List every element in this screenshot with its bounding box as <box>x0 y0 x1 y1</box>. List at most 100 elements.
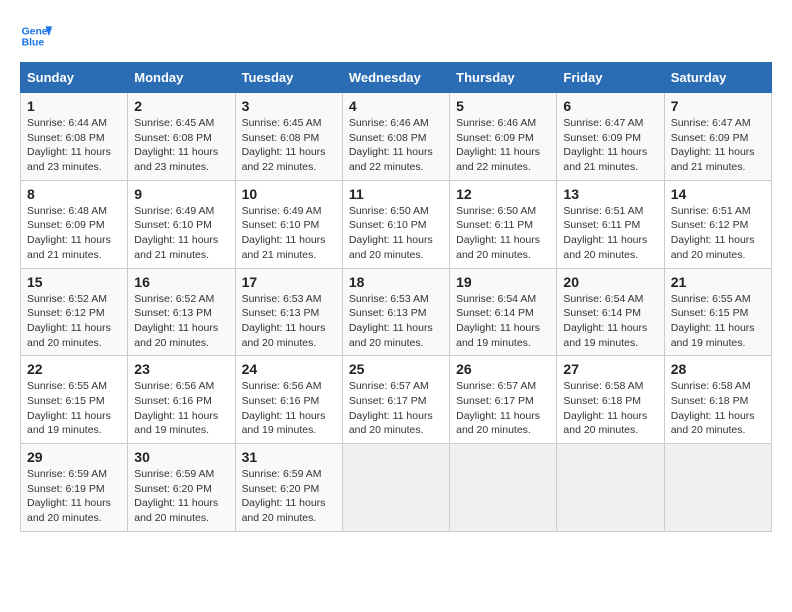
calendar-week-row: 15 Sunrise: 6:52 AM Sunset: 6:12 PM Dayli… <box>21 268 772 356</box>
day-number: 9 <box>134 186 228 202</box>
day-number: 1 <box>27 98 121 114</box>
logo: General Blue <box>20 20 52 52</box>
svg-text:Blue: Blue <box>22 38 45 49</box>
day-number: 6 <box>563 98 657 114</box>
calendar-header: SundayMondayTuesdayWednesdayThursdayFrid… <box>21 63 772 93</box>
day-number: 5 <box>456 98 550 114</box>
day-info: Sunrise: 6:56 AM Sunset: 6:16 PM Dayligh… <box>134 379 228 438</box>
day-info: Sunrise: 6:52 AM Sunset: 6:12 PM Dayligh… <box>27 292 121 351</box>
calendar-day-cell: 22Sunrise: 6:55 AM Sunset: 6:15 PM Dayli… <box>21 356 128 444</box>
day-info: Sunrise: 6:52 AM Sunset: 6:13 PM Dayligh… <box>134 292 228 351</box>
calendar-header-row: SundayMondayTuesdayWednesdayThursdayFrid… <box>21 63 772 93</box>
day-number: 13 <box>563 186 657 202</box>
day-number: 8 <box>27 186 121 202</box>
day-number: 24 <box>242 361 336 377</box>
day-number: 2 <box>134 98 228 114</box>
calendar-day-cell: 13 Sunrise: 6:51 AM Sunset: 6:11 PM Dayli… <box>557 180 664 268</box>
calendar-day-cell: 21 Sunrise: 6:55 AM Sunset: 6:15 PM Dayli… <box>664 268 771 356</box>
day-info: Sunrise: 6:50 AM Sunset: 6:11 PM Dayligh… <box>456 204 550 263</box>
day-number: 27 <box>563 361 657 377</box>
day-info: Sunrise: 6:55 AM Sunset: 6:15 PM Dayligh… <box>27 379 121 438</box>
day-number: 11 <box>349 186 443 202</box>
day-info: Sunrise: 6:46 AM Sunset: 6:08 PM Dayligh… <box>349 116 443 175</box>
calendar-day-cell: 12Sunrise: 6:50 AM Sunset: 6:11 PM Dayli… <box>450 180 557 268</box>
empty-cell <box>342 444 449 532</box>
day-info: Sunrise: 6:59 AM Sunset: 6:19 PM Dayligh… <box>27 467 121 526</box>
day-info: Sunrise: 6:49 AM Sunset: 6:10 PM Dayligh… <box>134 204 228 263</box>
calendar-day-cell: 17 Sunrise: 6:53 AM Sunset: 6:13 PM Dayli… <box>235 268 342 356</box>
calendar-week-row: 1 Sunrise: 6:44 AM Sunset: 6:08 PM Daylig… <box>21 93 772 181</box>
calendar-day-cell: 10 Sunrise: 6:49 AM Sunset: 6:10 PM Dayli… <box>235 180 342 268</box>
calendar-week-row: 8 Sunrise: 6:48 AM Sunset: 6:09 PM Daylig… <box>21 180 772 268</box>
day-number: 10 <box>242 186 336 202</box>
day-info: Sunrise: 6:46 AM Sunset: 6:09 PM Dayligh… <box>456 116 550 175</box>
day-number: 26 <box>456 361 550 377</box>
calendar-day-cell: 25 Sunrise: 6:57 AM Sunset: 6:17 PM Dayli… <box>342 356 449 444</box>
calendar-day-cell: 18 Sunrise: 6:53 AM Sunset: 6:13 PM Dayli… <box>342 268 449 356</box>
calendar-day-cell: 20Sunrise: 6:54 AM Sunset: 6:14 PM Dayli… <box>557 268 664 356</box>
calendar-day-cell: 31Sunrise: 6:59 AM Sunset: 6:20 PM Dayli… <box>235 444 342 532</box>
column-header-saturday: Saturday <box>664 63 771 93</box>
column-header-sunday: Sunday <box>21 63 128 93</box>
day-info: Sunrise: 6:53 AM Sunset: 6:13 PM Dayligh… <box>349 292 443 351</box>
day-number: 17 <box>242 274 336 290</box>
day-info: Sunrise: 6:56 AM Sunset: 6:16 PM Dayligh… <box>242 379 336 438</box>
day-number: 31 <box>242 449 336 465</box>
calendar-day-cell: 2Sunrise: 6:45 AM Sunset: 6:08 PM Daylig… <box>128 93 235 181</box>
day-info: Sunrise: 6:47 AM Sunset: 6:09 PM Dayligh… <box>563 116 657 175</box>
calendar-day-cell: 3 Sunrise: 6:45 AM Sunset: 6:08 PM Daylig… <box>235 93 342 181</box>
calendar-week-row: 22Sunrise: 6:55 AM Sunset: 6:15 PM Dayli… <box>21 356 772 444</box>
calendar-day-cell: 7Sunrise: 6:47 AM Sunset: 6:09 PM Daylig… <box>664 93 771 181</box>
day-number: 30 <box>134 449 228 465</box>
day-info: Sunrise: 6:57 AM Sunset: 6:17 PM Dayligh… <box>456 379 550 438</box>
calendar-week-row: 29 Sunrise: 6:59 AM Sunset: 6:19 PM Dayli… <box>21 444 772 532</box>
empty-cell <box>664 444 771 532</box>
calendar-day-cell: 9 Sunrise: 6:49 AM Sunset: 6:10 PM Daylig… <box>128 180 235 268</box>
column-header-tuesday: Tuesday <box>235 63 342 93</box>
calendar-table: SundayMondayTuesdayWednesdayThursdayFrid… <box>20 62 772 532</box>
day-info: Sunrise: 6:53 AM Sunset: 6:13 PM Dayligh… <box>242 292 336 351</box>
logo-icon: General Blue <box>20 20 52 52</box>
day-number: 21 <box>671 274 765 290</box>
day-info: Sunrise: 6:45 AM Sunset: 6:08 PM Dayligh… <box>242 116 336 175</box>
calendar-day-cell: 23Sunrise: 6:56 AM Sunset: 6:16 PM Dayli… <box>128 356 235 444</box>
day-info: Sunrise: 6:58 AM Sunset: 6:18 PM Dayligh… <box>671 379 765 438</box>
day-number: 4 <box>349 98 443 114</box>
day-number: 15 <box>27 274 121 290</box>
column-header-thursday: Thursday <box>450 63 557 93</box>
calendar-day-cell: 26 Sunrise: 6:57 AM Sunset: 6:17 PM Dayli… <box>450 356 557 444</box>
calendar-day-cell: 24 Sunrise: 6:56 AM Sunset: 6:16 PM Dayli… <box>235 356 342 444</box>
page-header: General Blue <box>20 20 772 52</box>
calendar-day-cell: 30 Sunrise: 6:59 AM Sunset: 6:20 PM Dayli… <box>128 444 235 532</box>
day-info: Sunrise: 6:51 AM Sunset: 6:11 PM Dayligh… <box>563 204 657 263</box>
day-number: 29 <box>27 449 121 465</box>
calendar-day-cell: 28 Sunrise: 6:58 AM Sunset: 6:18 PM Dayli… <box>664 356 771 444</box>
day-info: Sunrise: 6:48 AM Sunset: 6:09 PM Dayligh… <box>27 204 121 263</box>
day-info: Sunrise: 6:58 AM Sunset: 6:18 PM Dayligh… <box>563 379 657 438</box>
day-info: Sunrise: 6:59 AM Sunset: 6:20 PM Dayligh… <box>134 467 228 526</box>
calendar-day-cell: 16 Sunrise: 6:52 AM Sunset: 6:13 PM Dayli… <box>128 268 235 356</box>
day-info: Sunrise: 6:57 AM Sunset: 6:17 PM Dayligh… <box>349 379 443 438</box>
day-number: 25 <box>349 361 443 377</box>
day-number: 16 <box>134 274 228 290</box>
calendar-day-cell: 15 Sunrise: 6:52 AM Sunset: 6:12 PM Dayli… <box>21 268 128 356</box>
day-info: Sunrise: 6:44 AM Sunset: 6:08 PM Dayligh… <box>27 116 121 175</box>
calendar-day-cell: 6 Sunrise: 6:47 AM Sunset: 6:09 PM Daylig… <box>557 93 664 181</box>
day-info: Sunrise: 6:49 AM Sunset: 6:10 PM Dayligh… <box>242 204 336 263</box>
calendar-day-cell: 19Sunrise: 6:54 AM Sunset: 6:14 PM Dayli… <box>450 268 557 356</box>
calendar-day-cell: 1 Sunrise: 6:44 AM Sunset: 6:08 PM Daylig… <box>21 93 128 181</box>
calendar-day-cell: 29 Sunrise: 6:59 AM Sunset: 6:19 PM Dayli… <box>21 444 128 532</box>
day-number: 18 <box>349 274 443 290</box>
empty-cell <box>557 444 664 532</box>
calendar-day-cell: 14Sunrise: 6:51 AM Sunset: 6:12 PM Dayli… <box>664 180 771 268</box>
day-number: 20 <box>563 274 657 290</box>
day-number: 28 <box>671 361 765 377</box>
day-number: 14 <box>671 186 765 202</box>
calendar-day-cell: 8 Sunrise: 6:48 AM Sunset: 6:09 PM Daylig… <box>21 180 128 268</box>
day-info: Sunrise: 6:55 AM Sunset: 6:15 PM Dayligh… <box>671 292 765 351</box>
column-header-monday: Monday <box>128 63 235 93</box>
column-header-friday: Friday <box>557 63 664 93</box>
day-number: 3 <box>242 98 336 114</box>
day-number: 19 <box>456 274 550 290</box>
day-number: 7 <box>671 98 765 114</box>
